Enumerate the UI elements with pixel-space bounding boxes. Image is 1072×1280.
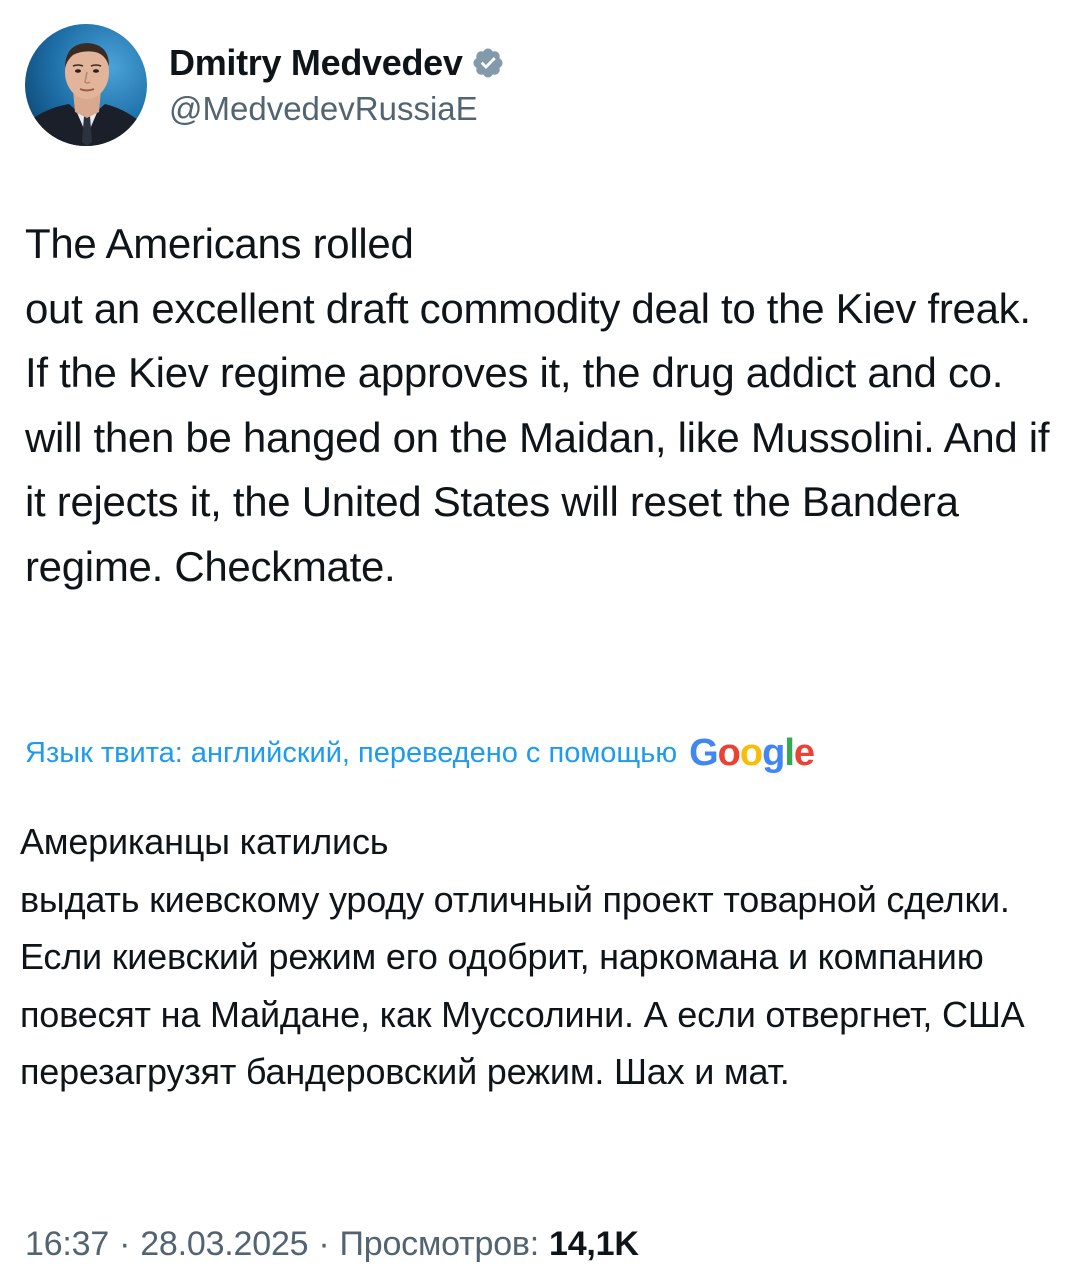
meta-separator: · xyxy=(119,1224,131,1263)
translation-label[interactable]: Язык твита: английский, переведено с пом… xyxy=(25,737,677,770)
translation-note: Язык твита: английский, переведено с пом… xyxy=(25,728,815,778)
tweet-header: Dmitry Medvedev @MedvedevRussiaE xyxy=(25,24,505,146)
author-block: Dmitry Medvedev @MedvedevRussiaE xyxy=(169,38,505,128)
google-logo-icon: Google xyxy=(689,731,815,774)
author-display-name[interactable]: Dmitry Medvedev xyxy=(169,42,463,84)
views-label: Просмотров: xyxy=(339,1224,540,1263)
tweet-detail: Dmitry Medvedev @MedvedevRussiaE The Ame… xyxy=(0,0,1072,1280)
tweet-date[interactable]: 28.03.2025 xyxy=(140,1225,308,1264)
tweet-text: The Americans rolled out an excellent dr… xyxy=(25,220,1050,590)
avatar-image xyxy=(25,24,147,146)
tweet-meta: 16:37 · 28.03.2025 · Просмотров: 14,1K xyxy=(25,1220,639,1268)
meta-separator: · xyxy=(318,1224,330,1263)
tweet-time[interactable]: 16:37 xyxy=(25,1225,109,1264)
author-handle[interactable]: @MedvedevRussiaE xyxy=(169,90,505,128)
name-row: Dmitry Medvedev xyxy=(169,38,505,88)
avatar[interactable] xyxy=(25,24,147,146)
translated-text: Американцы катились выдать киевскому уро… xyxy=(20,821,1025,1092)
verified-badge-icon[interactable] xyxy=(471,46,505,80)
views-count[interactable]: 14,1K xyxy=(549,1225,639,1264)
